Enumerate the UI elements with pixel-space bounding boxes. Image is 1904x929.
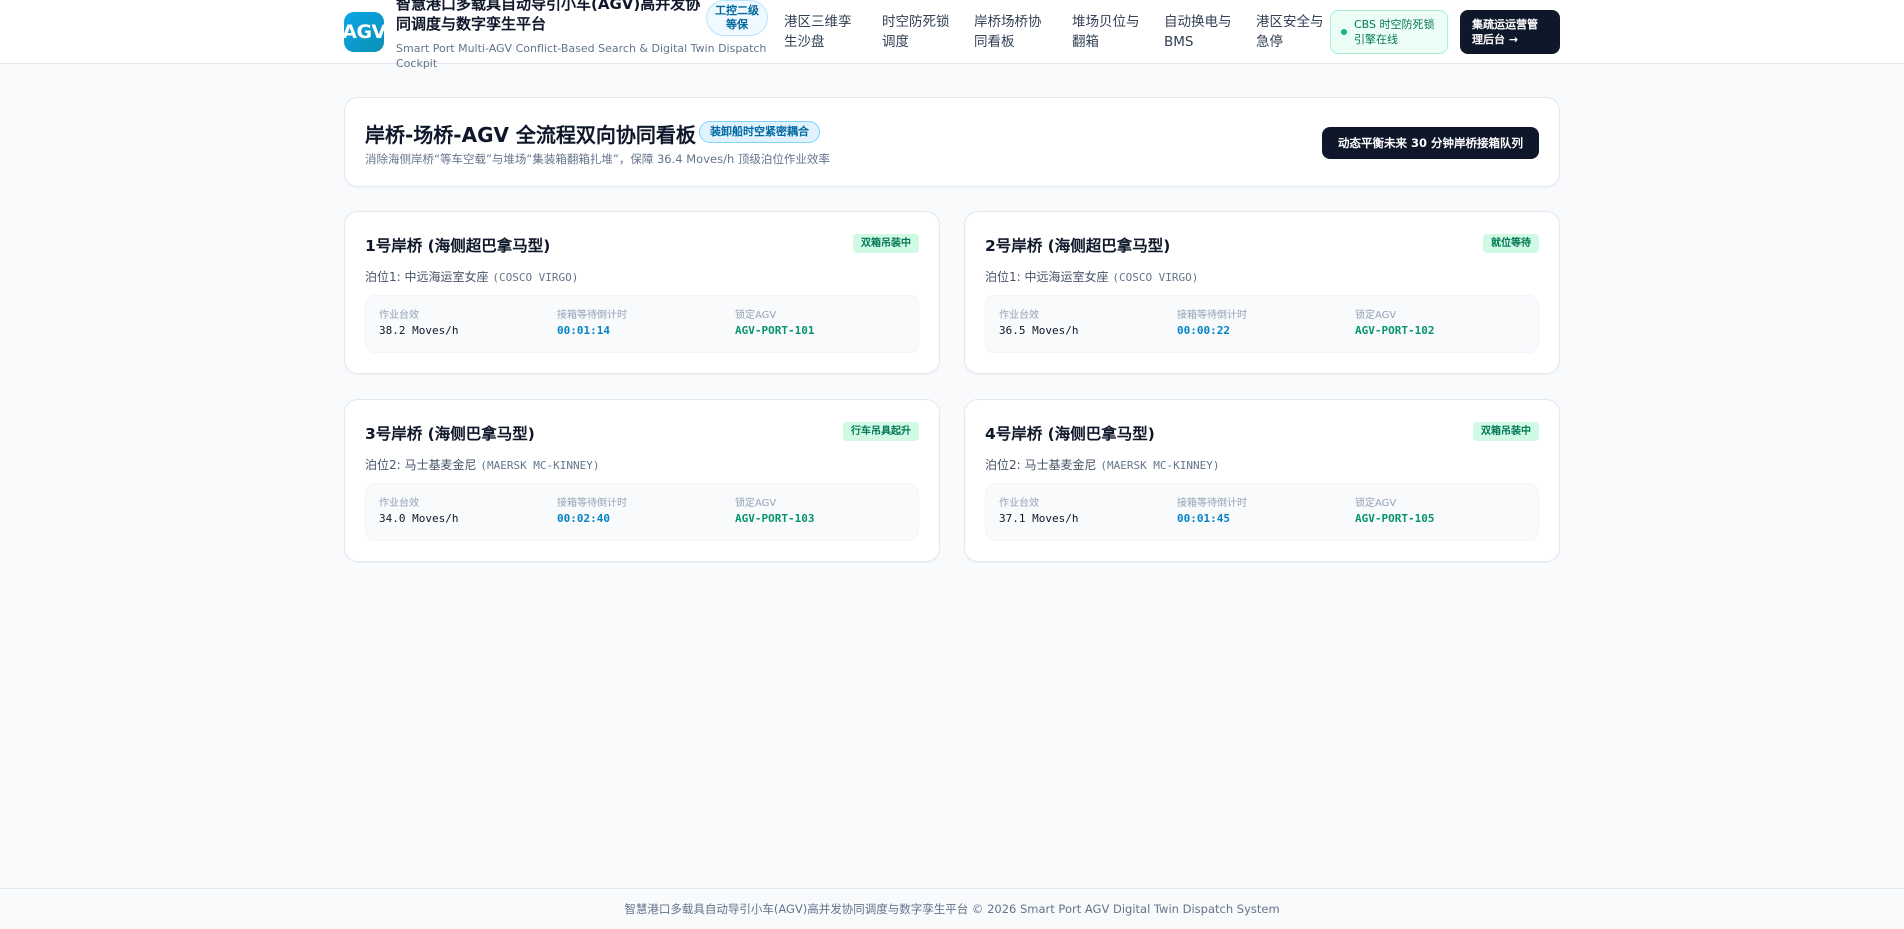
metric-rate-label: 作业台效 — [379, 310, 419, 321]
engine-status-text: CBS 时空防死锁引擎在线 — [1354, 18, 1435, 46]
berth-name: 泊位2: 马士基麦金尼 — [365, 458, 477, 472]
crane-title: 4号岸桥 (海侧巴拿马型) — [985, 425, 1155, 443]
metric-rate-value: 38.2 Moves/h — [379, 324, 459, 337]
metric-agv-value: AGV-PORT-105 — [1355, 512, 1435, 525]
crane-card: 1号岸桥 (海侧超巴拿马型) 双箱吊装中 泊位1: 中远海运室女座 (COSCO… — [344, 211, 940, 374]
nav-item-crane-board[interactable]: 岸桥场桥协同看板 — [974, 12, 1054, 52]
metric-rate-label: 作业台效 — [999, 498, 1039, 509]
crane-title: 2号岸桥 (海侧超巴拿马型) — [985, 237, 1171, 255]
crane-title: 1号岸桥 (海侧超巴拿马型) — [365, 237, 551, 255]
metric-rate: 作业台效 37.1 Moves/h — [999, 497, 1078, 528]
berth-vessel-en: (COSCO VIRGO) — [1112, 271, 1199, 284]
admin-console-button[interactable]: 集疏运运营管理后台 → — [1460, 10, 1560, 54]
platform-title: 智慧港口多载具自动导引小车(AGV)高并发协同调度与数字孪生平台 — [396, 0, 701, 33]
metric-timer: 接箱等待倒计时 00:01:45 — [1177, 497, 1247, 528]
page-footer: 智慧港口多载具自动导引小车(AGV)高并发协同调度与数字孪生平台 © 2026 … — [0, 888, 1904, 929]
berth-vessel-en: (MAERSK MC-KINNEY) — [480, 459, 600, 472]
berth-vessel-en: (COSCO VIRGO) — [492, 271, 579, 284]
metric-agv-label: 锁定AGV — [1355, 498, 1397, 509]
nav-item-safety-estop[interactable]: 港区安全与急停 — [1256, 12, 1336, 52]
crane-title: 3号岸桥 (海侧巴拿马型) — [365, 425, 535, 443]
metric-agv: 锁定AGV AGV-PORT-105 — [1355, 497, 1434, 528]
metric-rate-value: 36.5 Moves/h — [999, 324, 1079, 337]
metric-rate-label: 作业台效 — [999, 310, 1039, 321]
crane-berth: 泊位1: 中远海运室女座 (COSCO VIRGO) — [365, 268, 578, 285]
crane-status-badge: 双箱吊装中 — [853, 234, 919, 253]
berth-vessel-en: (MAERSK MC-KINNEY) — [1100, 459, 1220, 472]
crane-berth: 泊位2: 马士基麦金尼 (MAERSK MC-KINNEY) — [985, 456, 1220, 473]
metric-timer: 接箱等待倒计时 00:01:14 — [557, 309, 627, 340]
nav-item-yard-bay[interactable]: 堆场贝位与翻箱 — [1072, 12, 1152, 52]
crane-berth: 泊位2: 马士基麦金尼 (MAERSK MC-KINNEY) — [365, 456, 600, 473]
crane-metrics: 作业台效 38.2 Moves/h 接箱等待倒计时 00:01:14 锁定AGV… — [365, 295, 919, 353]
banner-title: 岸桥-场桥-AGV 全流程双向协同看板 — [365, 123, 696, 147]
metric-rate-value: 34.0 Moves/h — [379, 512, 459, 525]
metric-timer-value: 00:01:14 — [557, 324, 610, 337]
platform-subtitle: Smart Port Multi-AGV Conflict-Based Sear… — [396, 42, 767, 70]
metric-rate: 作业台效 38.2 Moves/h — [379, 309, 458, 340]
metric-agv: 锁定AGV AGV-PORT-103 — [735, 497, 814, 528]
banner-tag: 装卸船时空紧密耦合 — [699, 121, 820, 143]
metric-timer-value: 00:01:45 — [1177, 512, 1230, 525]
berth-name: 泊位1: 中远海运室女座 — [365, 270, 489, 284]
metric-rate: 作业台效 34.0 Moves/h — [379, 497, 458, 528]
metric-rate-value: 37.1 Moves/h — [999, 512, 1079, 525]
crane-status-badge: 双箱吊装中 — [1473, 422, 1539, 441]
crane-metrics: 作业台效 37.1 Moves/h 接箱等待倒计时 00:01:45 锁定AGV… — [985, 483, 1539, 541]
metric-rate-label: 作业台效 — [379, 498, 419, 509]
coordination-banner: 岸桥-场桥-AGV 全流程双向协同看板 装卸船时空紧密耦合 消除海侧岸桥“等车空… — [344, 97, 1560, 187]
balance-queue-button[interactable]: 动态平衡未来 30 分钟岸桥接箱队列 — [1321, 127, 1539, 159]
metric-timer-value: 00:02:40 — [557, 512, 610, 525]
metric-agv: 锁定AGV AGV-PORT-101 — [735, 309, 814, 340]
crane-card: 3号岸桥 (海侧巴拿马型) 行车吊具起升 泊位2: 马士基麦金尼 (MAERSK… — [344, 399, 940, 562]
crane-metrics: 作业台效 36.5 Moves/h 接箱等待倒计时 00:00:22 锁定AGV… — [985, 295, 1539, 353]
metric-agv-label: 锁定AGV — [735, 498, 777, 509]
engine-status-pill: CBS 时空防死锁引擎在线 — [1330, 10, 1448, 54]
metric-timer: 接箱等待倒计时 00:02:40 — [557, 497, 627, 528]
nav-item-deadlock-dispatch[interactable]: 时空防死锁调度 — [882, 12, 962, 52]
header-inner: AGV 智慧港口多载具自动导引小车(AGV)高并发协同调度与数字孪生平台 Sma… — [342, 0, 1560, 70]
agv-logo: AGV — [342, 12, 386, 52]
metric-timer: 接箱等待倒计时 00:00:22 — [1177, 309, 1247, 340]
metric-agv-value: AGV-PORT-101 — [735, 324, 815, 337]
berth-name: 泊位1: 中远海运室女座 — [985, 270, 1109, 284]
metric-timer-value: 00:00:22 — [1177, 324, 1230, 337]
nav-item-3d-twin[interactable]: 港区三维孪生沙盘 — [784, 12, 864, 52]
metric-timer-label: 接箱等待倒计时 — [1177, 498, 1247, 509]
online-dot-icon — [1341, 29, 1347, 35]
banner-subtitle: 消除海侧岸桥“等车空载”与堆场“集装箱翻箱扎堆”，保障 36.4 Moves/h… — [365, 152, 830, 166]
metric-timer-label: 接箱等待倒计时 — [1177, 310, 1247, 321]
crane-status-badge: 就位等待 — [1483, 234, 1539, 253]
top-header: AGV 智慧港口多载具自动导引小车(AGV)高并发协同调度与数字孪生平台 Sma… — [0, 0, 1904, 70]
metric-agv-label: 锁定AGV — [735, 310, 777, 321]
metric-agv-value: AGV-PORT-103 — [735, 512, 815, 525]
metric-rate: 作业台效 36.5 Moves/h — [999, 309, 1078, 340]
crane-berth: 泊位1: 中远海运室女座 (COSCO VIRGO) — [985, 268, 1198, 285]
metric-agv-value: AGV-PORT-102 — [1355, 324, 1435, 337]
metric-agv-label: 锁定AGV — [1355, 310, 1397, 321]
crane-card: 4号岸桥 (海侧巴拿马型) 双箱吊装中 泊位2: 马士基麦金尼 (MAERSK … — [964, 399, 1560, 562]
security-level-badge: 工控二级等保 — [706, 0, 768, 36]
crane-card: 2号岸桥 (海侧超巴拿马型) 就位等待 泊位1: 中远海运室女座 (COSCO … — [964, 211, 1560, 374]
nav-item-battery-swap[interactable]: 自动换电与BMS — [1164, 12, 1244, 52]
berth-name: 泊位2: 马士基麦金尼 — [985, 458, 1097, 472]
crane-status-badge: 行车吊具起升 — [843, 422, 919, 441]
metric-timer-label: 接箱等待倒计时 — [557, 310, 627, 321]
metric-agv: 锁定AGV AGV-PORT-102 — [1355, 309, 1434, 340]
metric-timer-label: 接箱等待倒计时 — [557, 498, 627, 509]
crane-metrics: 作业台效 34.0 Moves/h 接箱等待倒计时 00:02:40 锁定AGV… — [365, 483, 919, 541]
